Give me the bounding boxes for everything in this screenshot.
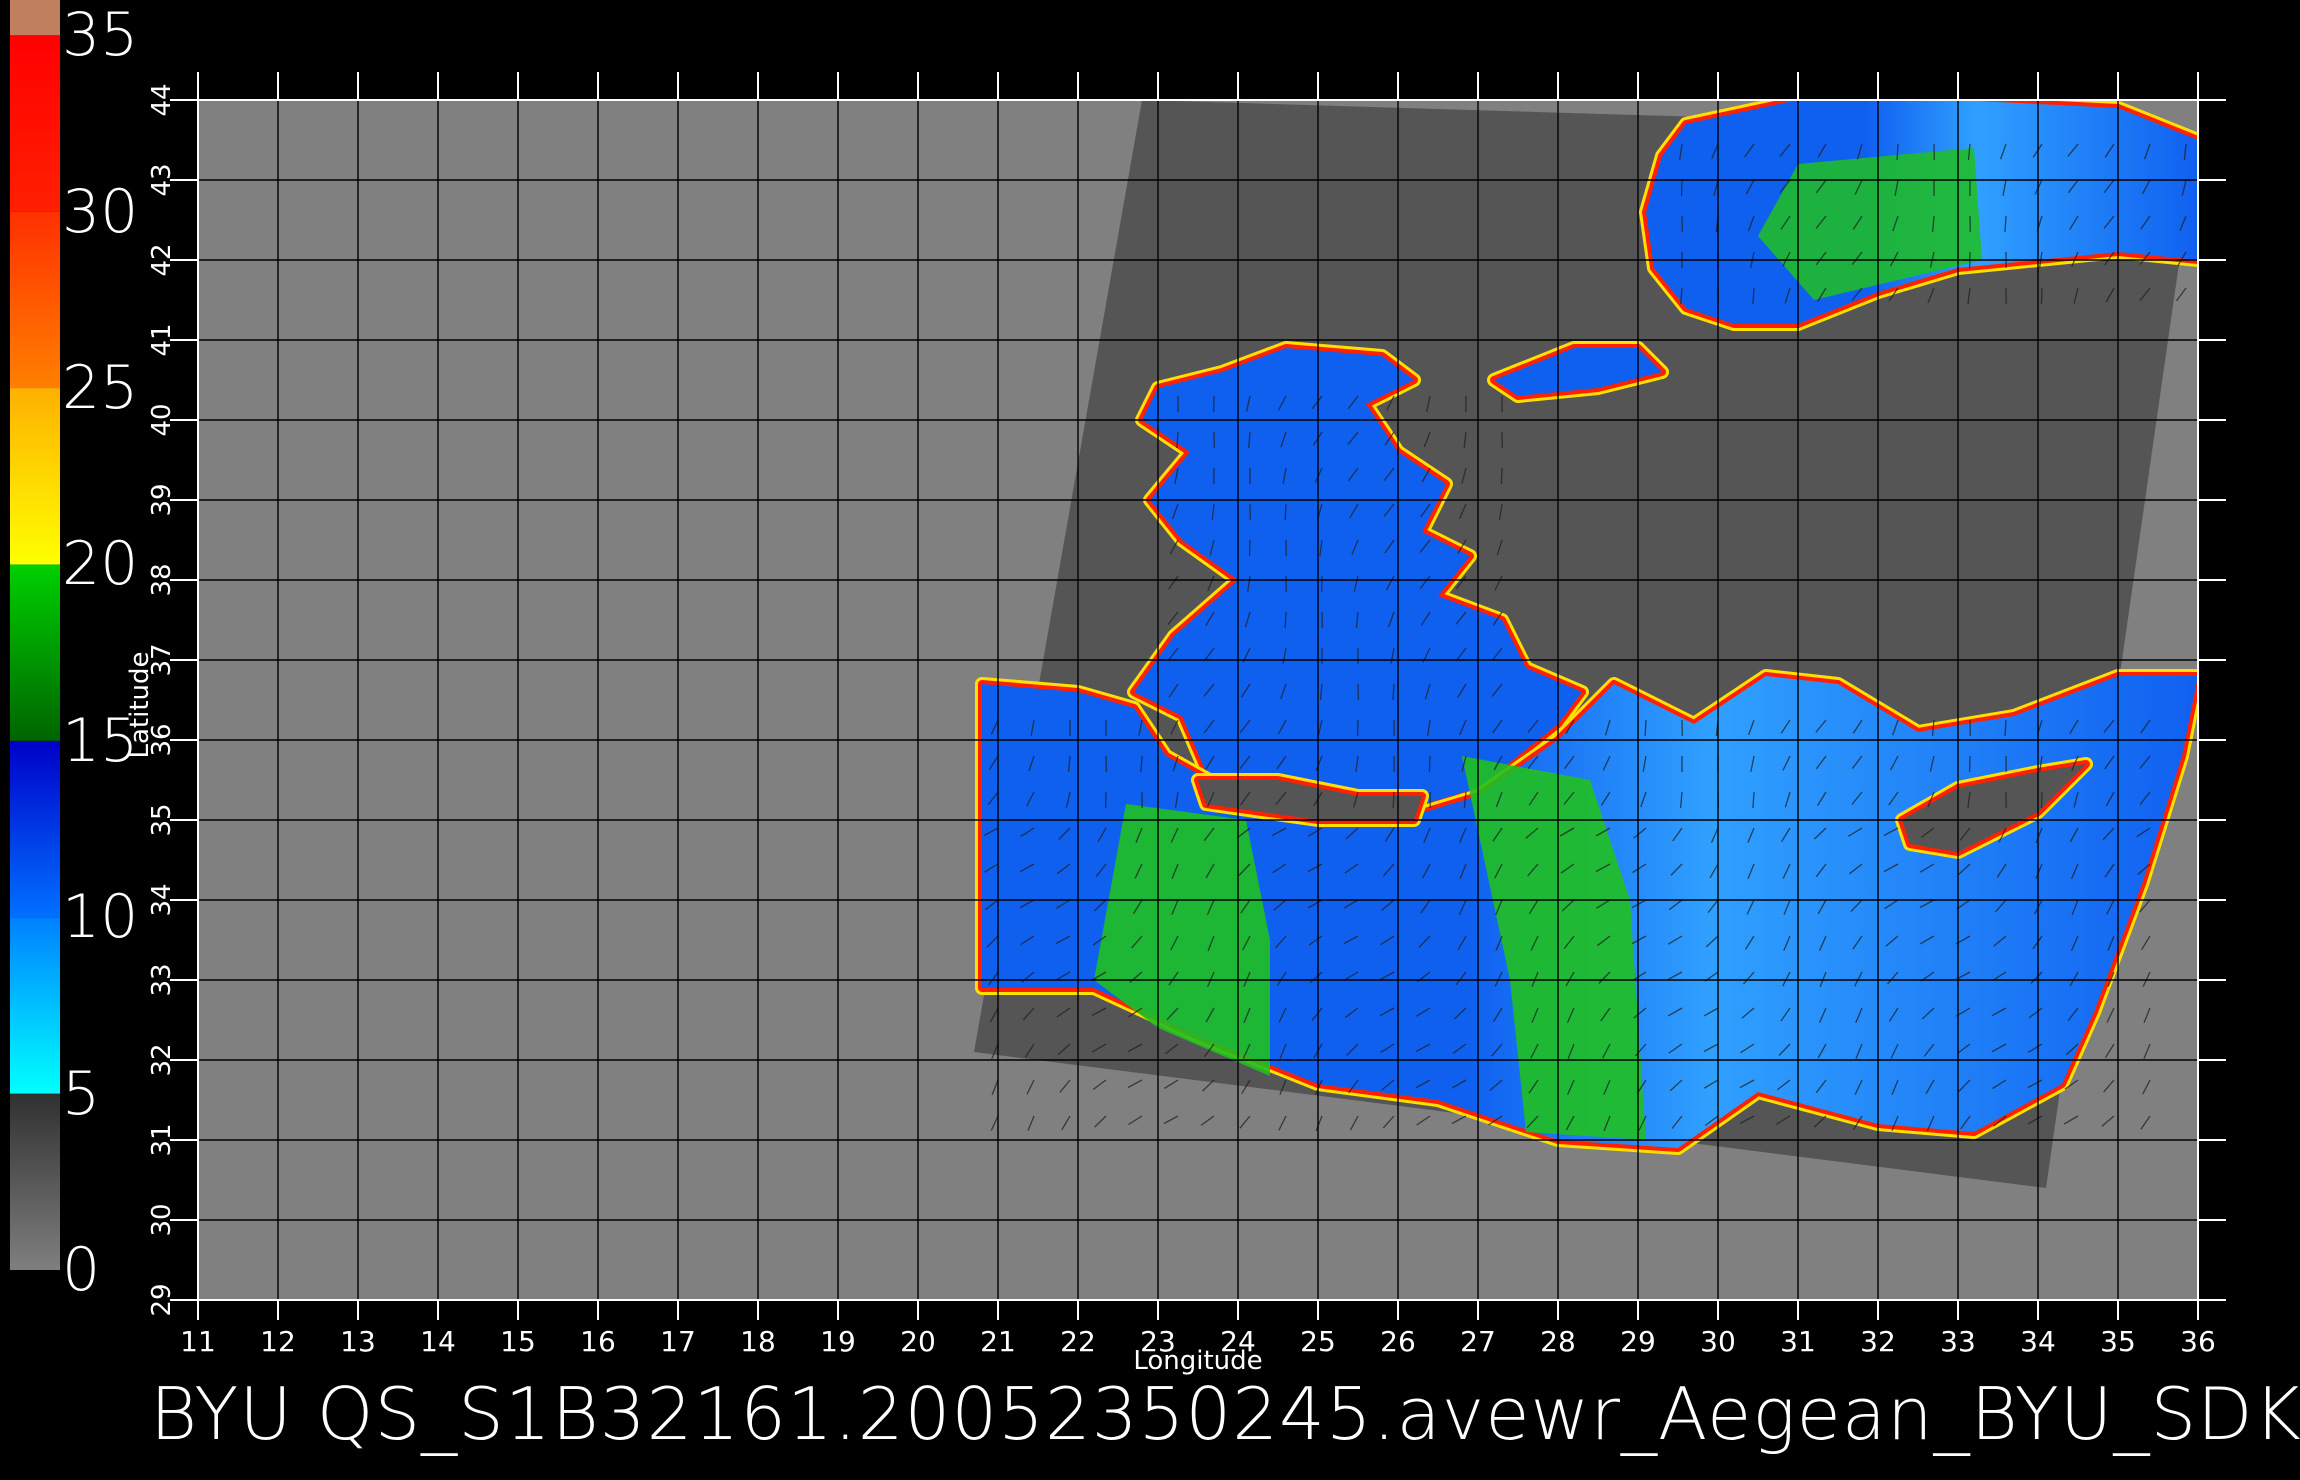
longitude-tick-label: 19 (820, 1325, 856, 1358)
latitude-tick-label: 34 (147, 883, 177, 917)
latitude-tick-label: 42 (147, 243, 177, 277)
latitude-tick-label: 31 (147, 1123, 177, 1157)
longitude-tick-label: 28 (1540, 1325, 1576, 1358)
longitude-tick-label: 21 (980, 1325, 1016, 1358)
longitude-tick-label: 14 (420, 1325, 456, 1358)
longitude-tick-label: 15 (500, 1325, 536, 1358)
longitude-tick-label: 35 (2100, 1325, 2136, 1358)
latitude-tick-label: 40 (147, 403, 177, 437)
longitude-tick-label: 11 (180, 1325, 216, 1358)
longitude-tick-label: 25 (1300, 1325, 1336, 1358)
latitude-tick-label: 33 (147, 963, 177, 997)
latitude-tick-label: 41 (147, 323, 177, 357)
latitude-tick-label: 44 (147, 83, 177, 117)
latitude-tick-label: 29 (147, 1283, 177, 1317)
longitude-tick-label: 31 (1780, 1325, 1816, 1358)
longitude-tick-label: 26 (1380, 1325, 1416, 1358)
longitude-tick-label: 33 (1940, 1325, 1976, 1358)
wind-speed-map: 35 30 25 20 15 10 5 0 11 12 13 14 15 16 17 18 19 20 21 22 2… (0, 0, 2300, 1480)
latitude-tick-label: 38 (147, 563, 177, 597)
y-axis-title: Latitude (125, 651, 155, 759)
longitude-tick-label: 22 (1060, 1325, 1096, 1358)
latitude-tick-label: 30 (147, 1203, 177, 1237)
longitude-tick-label: 30 (1700, 1325, 1736, 1358)
longitude-tick-label: 29 (1620, 1325, 1656, 1358)
latitude-tick-label: 43 (147, 163, 177, 197)
product-title: BYU QS_S1B32161.20052350245.avewr_Aegean… (150, 1372, 2300, 1456)
latitude-tick-label: 35 (147, 803, 177, 837)
latitude-tick-label: 39 (147, 483, 177, 517)
latitude-tick-label: 32 (147, 1043, 177, 1077)
longitude-tick-label: 20 (900, 1325, 936, 1358)
longitude-tick-label: 17 (660, 1325, 696, 1358)
longitude-tick-label: 12 (260, 1325, 296, 1358)
map-plot (170, 72, 2226, 1320)
longitude-tick-label: 32 (1860, 1325, 1896, 1358)
longitude-tick-label: 34 (2020, 1325, 2056, 1358)
longitude-tick-label: 36 (2180, 1325, 2216, 1358)
longitude-tick-label: 16 (580, 1325, 616, 1358)
longitude-tick-label: 27 (1460, 1325, 1496, 1358)
longitude-tick-label: 18 (740, 1325, 776, 1358)
longitude-tick-label: 13 (340, 1325, 376, 1358)
